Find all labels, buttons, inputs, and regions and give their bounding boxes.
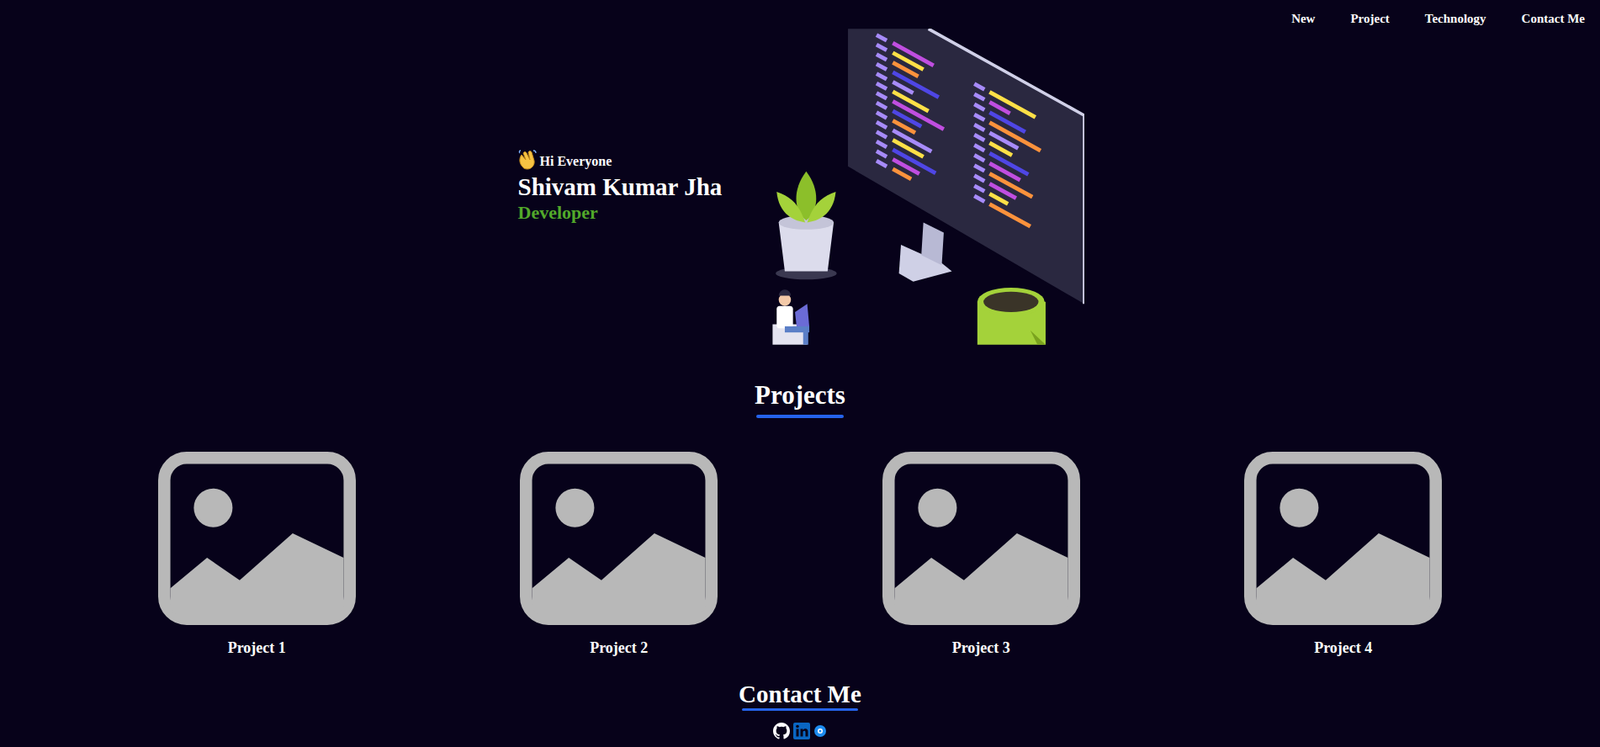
social-links: [773, 722, 827, 740]
top-nav: New Project Technology Contact Me: [0, 0, 1600, 29]
nav-link[interactable]: Project: [1350, 10, 1389, 29]
project-title: Project 4: [1313, 638, 1373, 657]
image-placeholder-icon: [519, 451, 718, 626]
project-grid: Project 1 Project 2 Project 3 Project 4: [0, 451, 1600, 657]
greeting: Hi Everyone: [518, 149, 737, 170]
nav-link[interactable]: New: [1291, 10, 1315, 29]
projects-section: ProjectsProject 1Project 2Project 3Proje…: [0, 378, 1600, 657]
github-icon[interactable]: [773, 722, 790, 740]
hero-role: Developer: [518, 201, 737, 224]
developer-illustration-icon: [770, 28, 1085, 345]
image-placeholder-icon: [882, 451, 1081, 626]
nav-link[interactable]: Contact Me: [1521, 10, 1585, 29]
project-title: Project 1: [227, 638, 287, 657]
contact-heading: Contact Me: [738, 679, 862, 709]
waving-hand-icon: [518, 149, 537, 170]
hero-text: Hi EveryoneShivam Kumar JhaDeveloper: [518, 149, 737, 224]
greeting-text: Hi Everyone: [540, 153, 613, 170]
projects-heading: Projects: [754, 378, 846, 413]
image-placeholder-icon: [1244, 451, 1442, 626]
contact-section: Contact Me: [0, 679, 1600, 740]
project-title: Project 3: [952, 638, 1011, 657]
heading-underline: [756, 414, 844, 419]
portfolio-link-icon[interactable]: [813, 724, 827, 738]
linkedin-icon[interactable]: [793, 722, 811, 740]
project-card[interactable]: Project 4: [1162, 451, 1526, 657]
project-card[interactable]: Project 1: [75, 451, 439, 657]
project-card[interactable]: Project 2: [438, 451, 801, 657]
image-placeholder-icon: [158, 451, 356, 626]
project-card[interactable]: Project 3: [800, 451, 1163, 657]
nav-link[interactable]: Technology: [1425, 10, 1487, 29]
heading-underline: [741, 708, 859, 711]
project-title: Project 2: [589, 638, 648, 657]
hero-name: Shivam Kumar Jha: [518, 171, 737, 202]
hero: Hi EveryoneShivam Kumar JhaDeveloper: [0, 28, 1600, 345]
